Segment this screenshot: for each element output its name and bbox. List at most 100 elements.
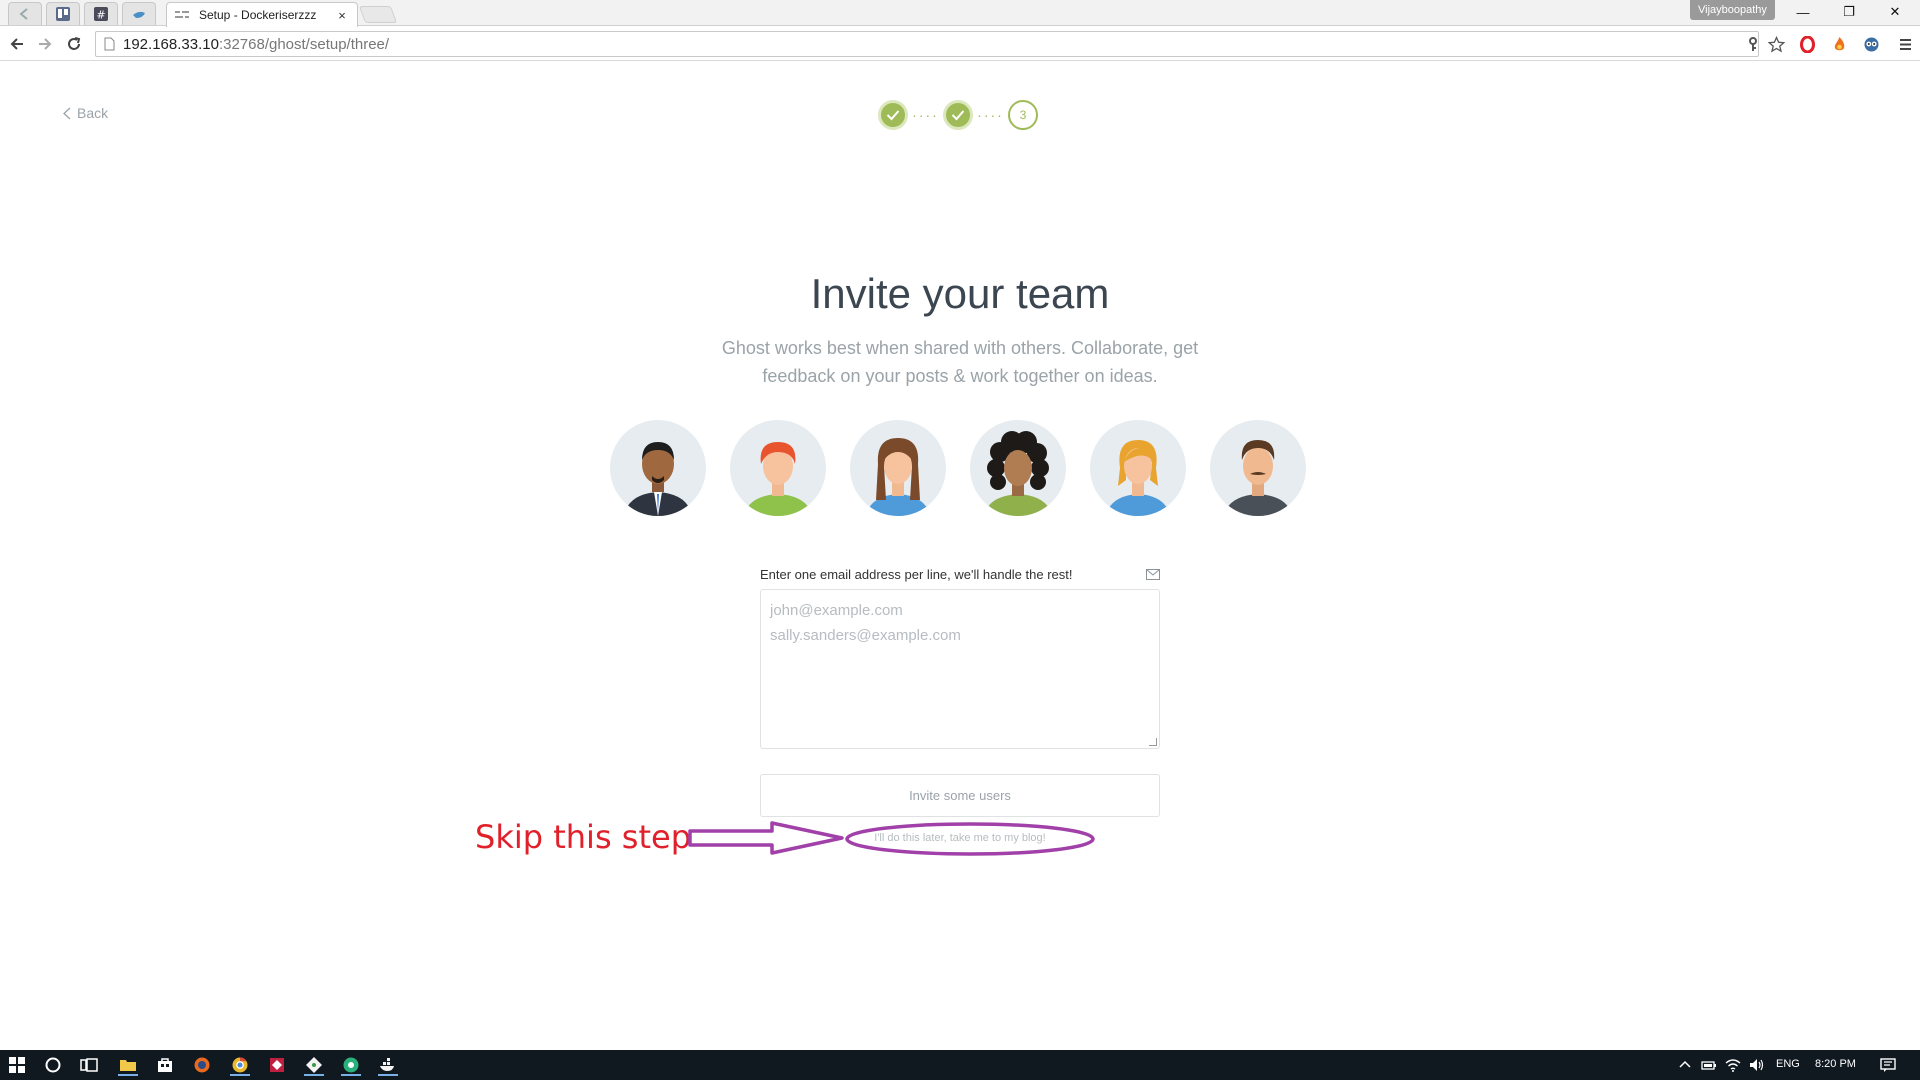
bookmark-button[interactable] [1765, 33, 1787, 55]
taskbar-chrome[interactable] [229, 1054, 251, 1076]
pinned-tab-trello[interactable] [46, 2, 80, 25]
minimize-button[interactable]: — [1780, 0, 1826, 24]
cortana-button[interactable] [42, 1054, 64, 1076]
git-diamond-icon [306, 1057, 322, 1073]
taskbar-git[interactable] [303, 1054, 325, 1076]
back-link-label: Back [77, 105, 109, 121]
team-avatars [610, 420, 1306, 516]
url-host: 192.168.33.10 [123, 35, 219, 53]
reload-button[interactable] [63, 33, 85, 55]
profile-badge[interactable]: Vijayboopathy [1690, 0, 1775, 20]
task-view-button[interactable] [78, 1054, 100, 1076]
hash-icon: # [94, 7, 108, 22]
person-avatar-icon [1224, 440, 1292, 516]
active-indicator [378, 1074, 398, 1076]
step-connector: ···· [977, 107, 1004, 123]
tray-language[interactable]: ENG [1776, 1058, 1800, 1070]
firefox-icon [194, 1057, 210, 1073]
tray-wifi[interactable] [1722, 1054, 1744, 1076]
tray-clock[interactable]: 8:20 PM [1815, 1058, 1856, 1070]
email-field-label: Enter one email address per line, we'll … [760, 567, 1073, 582]
active-indicator [230, 1074, 250, 1076]
task-view-icon [80, 1058, 98, 1072]
battery-icon [1701, 1061, 1716, 1070]
forward-button[interactable] [34, 33, 56, 55]
chevron-up-icon [1679, 1060, 1691, 1068]
taskbar-app-red[interactable] [266, 1054, 288, 1076]
docker-whale-icon [380, 1058, 394, 1071]
person-avatar-icon [984, 431, 1052, 516]
taskbar-file-explorer[interactable] [117, 1054, 139, 1076]
key-button[interactable] [1742, 33, 1764, 55]
wifi-icon [1725, 1059, 1741, 1072]
windows-taskbar: ENG 8:20 PM [0, 1050, 1920, 1080]
windows-logo-icon [9, 1057, 25, 1073]
cortana-circle-icon [45, 1057, 61, 1073]
start-button[interactable] [6, 1054, 28, 1076]
avatar [970, 420, 1066, 516]
back-link[interactable]: Back [63, 105, 108, 121]
owl-icon [1864, 37, 1878, 51]
tray-volume[interactable] [1746, 1054, 1768, 1076]
envelope-icon [1146, 569, 1160, 580]
page-subtitle: Ghost works best when shared with others… [721, 338, 1199, 386]
action-center-button[interactable] [1877, 1054, 1899, 1076]
star-icon [1767, 35, 1785, 53]
pinned-tab-slack[interactable]: # [84, 2, 118, 25]
resize-handle[interactable] [1149, 738, 1157, 746]
reload-icon [68, 37, 81, 50]
owl-extension[interactable] [1860, 33, 1882, 55]
pinned-tab-back[interactable] [8, 2, 42, 25]
url-path: :32768/ghost/setup/three/ [218, 35, 390, 53]
taskbar-app-green[interactable] [340, 1054, 362, 1076]
taskbar-docker[interactable] [377, 1054, 399, 1076]
setup-progress: ···· ···· 3 [878, 100, 1038, 130]
new-tab-button[interactable] [358, 6, 398, 23]
placeholder-line: john@example.com [770, 602, 903, 619]
browser-toolbar: 192.168.33.10:32768/ghost/setup/three/ [0, 27, 1920, 61]
step-3-current: 3 [1008, 100, 1038, 130]
placeholder-line: sally.sanders@example.com [770, 627, 961, 644]
checkmark-icon [951, 110, 965, 121]
notification-icon [1880, 1058, 1896, 1072]
email-textarea[interactable]: john@example.com sally.sanders@example.c… [760, 589, 1160, 749]
tray-battery[interactable] [1698, 1054, 1720, 1076]
key-icon [1748, 36, 1757, 51]
tray-overflow-button[interactable] [1674, 1054, 1696, 1076]
taskbar-store[interactable] [154, 1054, 176, 1076]
close-window-button[interactable]: ✕ [1872, 0, 1918, 24]
chrome-menu-button[interactable] [1894, 33, 1916, 55]
tab-setup[interactable]: Setup - Dockeriserzzz × [166, 2, 358, 27]
avatar [1090, 420, 1186, 516]
green-app-icon [343, 1057, 359, 1073]
pinned-tab-docker[interactable] [122, 2, 156, 25]
taskbar-firefox[interactable] [191, 1054, 213, 1076]
tab-strip: # Setup - Dockeriserzzz × Vijayboopathy … [0, 0, 1920, 27]
back-history-icon [19, 8, 28, 20]
address-bar[interactable]: 192.168.33.10:32768/ghost/setup/three/ [95, 31, 1759, 57]
avatar [730, 420, 826, 516]
opera-icon [1799, 35, 1815, 53]
invite-users-button[interactable]: Invite some users [760, 774, 1160, 817]
active-indicator [341, 1074, 361, 1076]
ghost-favicon-icon [175, 11, 189, 18]
person-avatar-icon [866, 438, 930, 516]
restore-button[interactable]: ❐ [1826, 0, 1872, 24]
step-1-complete [878, 100, 908, 130]
fire-extension[interactable] [1828, 33, 1850, 55]
back-button[interactable] [6, 33, 28, 55]
active-indicator [118, 1074, 138, 1076]
arrow-left-icon [10, 38, 23, 50]
checkmark-icon [886, 110, 900, 121]
person-avatar-icon [744, 442, 812, 516]
folder-icon [120, 1060, 136, 1071]
annotation-label: Skip this step [475, 818, 691, 856]
person-avatar-icon [624, 442, 692, 516]
opera-extension[interactable] [1796, 33, 1818, 55]
trello-icon [56, 7, 70, 21]
store-bag-icon [158, 1058, 172, 1072]
avatar [1210, 420, 1306, 516]
tab-close-icon[interactable]: × [335, 8, 349, 23]
hamburger-menu-icon [1899, 38, 1911, 50]
chevron-left-icon [63, 107, 71, 119]
